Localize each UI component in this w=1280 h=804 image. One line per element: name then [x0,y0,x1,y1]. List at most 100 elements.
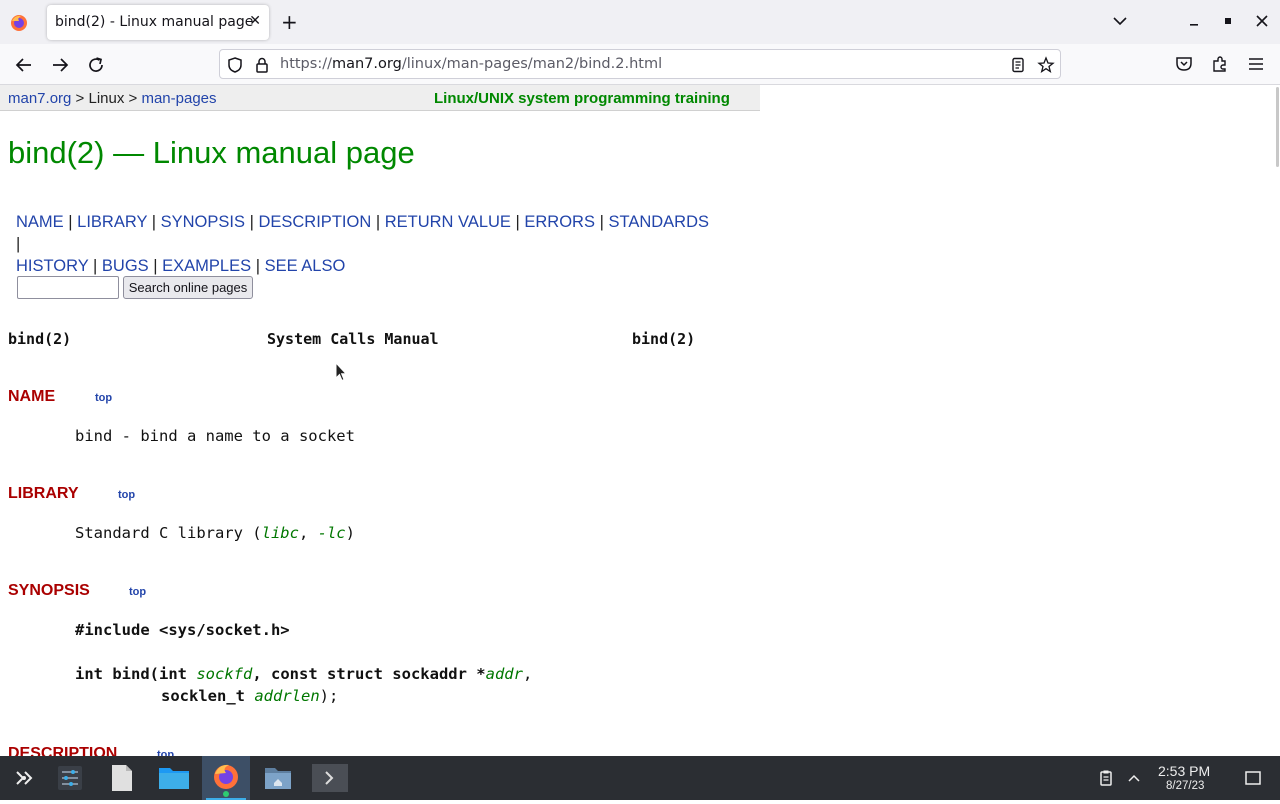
top-link[interactable]: top [129,586,146,598]
back-icon[interactable] [12,53,36,77]
training-link[interactable]: Linux/UNIX system programming training [434,90,730,107]
sig-part: socklen_t [161,687,255,705]
section-nav: NAME | LIBRARY | SYNOPSIS | DESCRIPTION … [16,211,716,277]
navigation-toolbar: https://man7.org/linux/man-pages/man2/bi… [0,44,1280,85]
tab-list-icon[interactable] [1111,12,1129,30]
reload-icon[interactable] [84,53,108,77]
manpage-header-center: System Calls Manual [267,330,439,348]
minimize-icon[interactable] [1184,11,1204,31]
extensions-icon[interactable] [1210,54,1230,74]
shield-icon[interactable] [226,56,244,74]
maximize-icon[interactable] [1218,11,1238,31]
sig-param-sockfd: sockfd [196,665,253,683]
nav-sep: | [594,213,609,231]
breadcrumb-linux: Linux [88,90,125,107]
top-link[interactable]: top [118,489,135,501]
tab-close-icon[interactable]: ✕ [249,13,261,29]
lock-icon[interactable] [253,56,271,74]
section-heading-library: LIBRARY [8,485,79,502]
breadcrumb: man7.org > Linux > man-pages [8,90,217,107]
sig-part: ); [319,687,339,705]
search-input[interactable] [17,276,119,299]
tab-title: bind(2) - Linux manual page [55,14,254,30]
nav-link-bugs[interactable]: BUGS [102,257,149,275]
reader-view-icon[interactable] [1009,56,1027,74]
nav-link-see-also[interactable]: SEE ALSO [265,257,346,275]
system-settings-button[interactable] [46,756,94,800]
nav-link-name[interactable]: NAME [16,213,64,231]
clock-time[interactable]: 2:53 PM [1158,763,1210,779]
nav-link-return-value[interactable]: RETURN VALUE [385,213,511,231]
taskbar: 2:53 PM 8/27/23 [0,756,1280,800]
nav-link-synopsis[interactable]: SYNOPSIS [161,213,245,231]
top-link[interactable]: top [157,749,174,756]
synopsis-include: #include <sys/socket.h> [75,621,290,639]
section-heading-name: NAME [8,388,56,405]
library-comma: , [298,524,318,542]
clipboard-icon[interactable] [1097,769,1115,787]
top-link[interactable]: top [95,392,112,404]
nav-sep: | [148,257,163,275]
breadcrumb-home-link[interactable]: man7.org [8,90,71,107]
nav-link-examples[interactable]: EXAMPLES [162,257,251,275]
nav-link-library[interactable]: LIBRARY [77,213,147,231]
text-file-icon [112,765,132,791]
url-domain: man7.org [331,56,402,72]
bookmark-star-icon[interactable] [1037,56,1055,74]
close-icon[interactable] [1252,11,1272,31]
tray-expand-icon[interactable] [1126,770,1142,786]
nav-link-errors[interactable]: ERRORS [524,213,595,231]
breadcrumb-sep: > [71,90,89,107]
terminal-button[interactable] [306,756,354,800]
system-settings-icon [58,766,82,790]
clock-date[interactable]: 8/27/23 [1166,780,1204,792]
file-manager-button[interactable] [150,756,198,800]
library-libc: libc [261,524,299,542]
nav-sep: | [510,213,525,231]
sig-part: , [522,665,533,683]
top-strip: man7.org > Linux > man-pages Linux/UNIX … [0,85,760,111]
forward-icon[interactable] [48,53,72,77]
breadcrumb-manpages-link[interactable]: man-pages [141,90,216,107]
scrollbar-thumb[interactable] [1276,87,1279,167]
library-prefix: Standard C library ( [75,524,262,542]
tab-bind-manpage[interactable]: bind(2) - Linux manual page ✕ [47,5,269,40]
manpage-header-left: bind(2) [8,330,72,348]
page-scrollbar[interactable] [1274,85,1280,756]
text-editor-button[interactable] [98,756,146,800]
url-bar[interactable]: https://man7.org/linux/man-pages/man2/bi… [219,49,1061,79]
page-title: bind(2) — Linux manual page [8,135,415,170]
synopsis-signature-line1: int bind(int sockfd, const struct sockad… [75,665,532,683]
mouse-cursor-icon [335,362,347,382]
sig-param-addrlen: addrlen [254,687,320,705]
section-heading-description: DESCRIPTION [8,745,118,756]
home-folder-button[interactable] [254,756,302,800]
sig-part: , const struct sockaddr * [252,665,486,683]
nav-link-description[interactable]: DESCRIPTION [258,213,371,231]
new-tab-button[interactable]: + [281,10,298,34]
firefox-icon [214,764,238,797]
search-online-pages-button[interactable]: Search online pages [123,276,253,299]
tab-bar: bind(2) - Linux manual page ✕ + [0,0,1280,44]
nav-sep: | [147,213,161,231]
file-manager-icon [159,768,189,789]
nav-link-history[interactable]: HISTORY [16,257,88,275]
library-suffix: ) [345,524,355,542]
name-text: bind - bind a name to a socket [75,427,355,445]
nav-link-standards[interactable]: STANDARDS [608,213,709,231]
nav-sep: | [371,213,385,231]
synopsis-signature-line2: socklen_t addrlen); [161,687,338,705]
url-scheme: https:// [280,56,332,72]
firefox-icon[interactable] [9,13,29,33]
terminal-icon [312,764,348,792]
show-desktop-icon[interactable] [1244,769,1262,787]
pocket-icon[interactable] [1174,54,1194,74]
nav-sep: | [88,257,102,275]
application-launcher-button[interactable] [0,756,48,800]
page-content: man7.org > Linux > man-pages Linux/UNIX … [0,85,1274,756]
library-lc: -lc [317,524,346,542]
url-text[interactable]: https://man7.org/linux/man-pages/man2/bi… [280,56,662,72]
url-path: /linux/man-pages/man2/bind.2.html [401,56,663,72]
menu-icon[interactable] [1246,54,1266,74]
firefox-taskbar-button[interactable] [202,756,250,800]
